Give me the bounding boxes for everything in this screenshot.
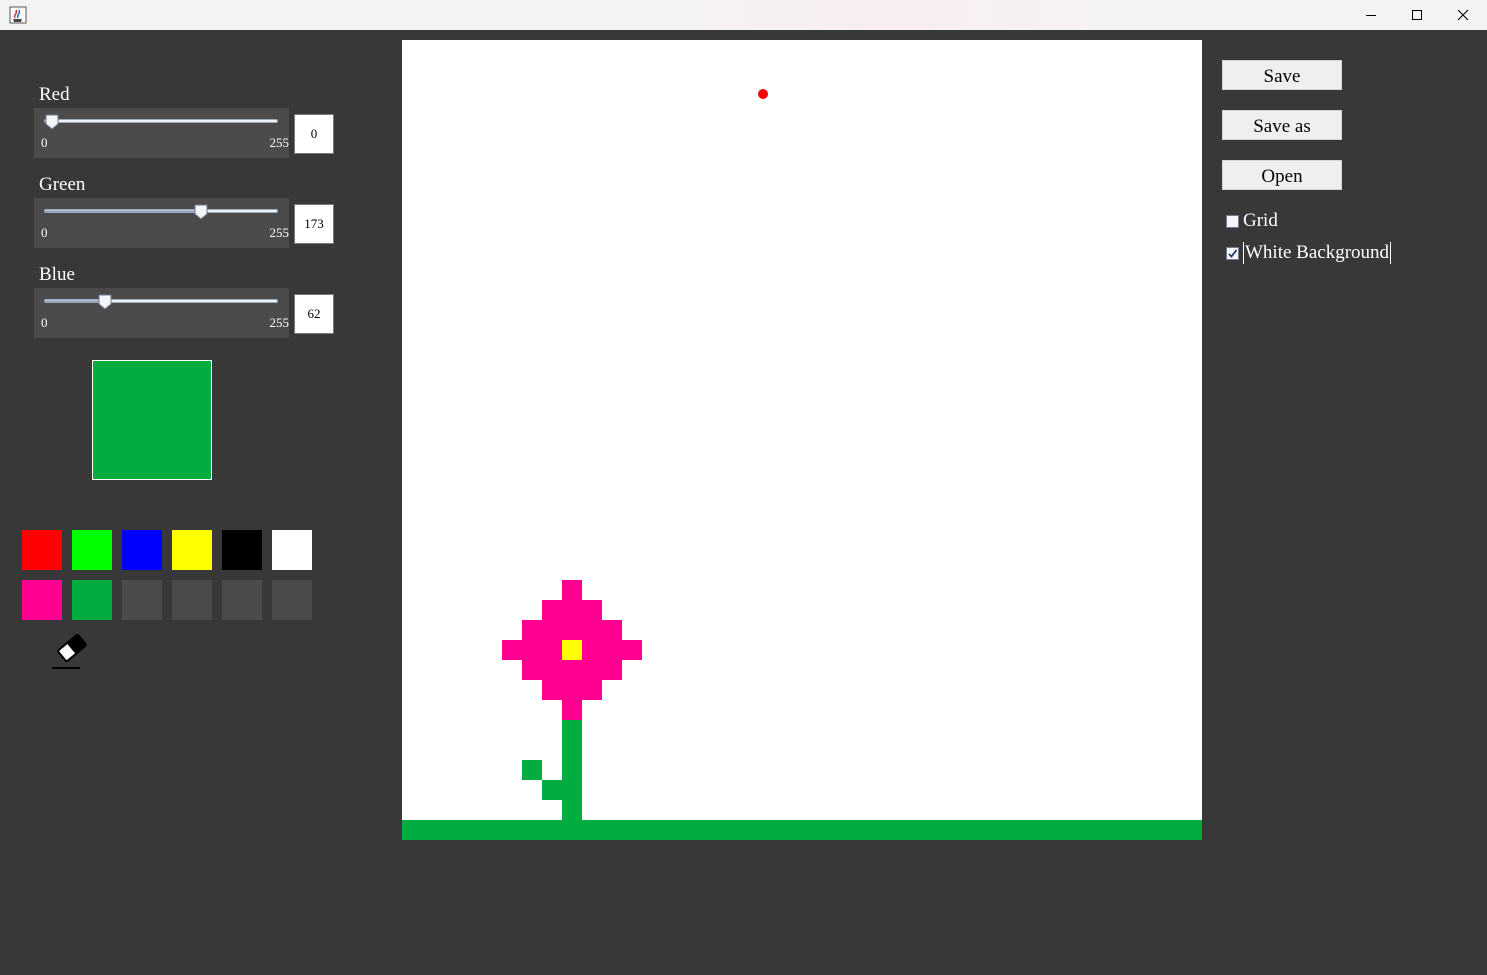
blue-slider-max: 255: [269, 315, 290, 330]
white-background-label: White Background: [1243, 242, 1392, 264]
minimize-button[interactable]: [1348, 0, 1394, 30]
blue-value-field[interactable]: 62: [294, 294, 334, 334]
red-label: Red: [39, 84, 70, 105]
swatch-green[interactable]: [72, 580, 112, 620]
green-slider-min: 0: [41, 225, 48, 240]
red-slider-thumb[interactable]: [45, 114, 59, 130]
red-slider-min: 0: [41, 135, 48, 150]
flower-petal: [522, 620, 622, 640]
blue-slider-track[interactable]: [44, 294, 278, 310]
swatch-blue[interactable]: [122, 530, 162, 570]
swatch-lime[interactable]: [72, 530, 112, 570]
blue-label: Blue: [39, 264, 75, 285]
maximize-icon: [1412, 10, 1422, 20]
green-value-field[interactable]: 173: [294, 204, 334, 244]
cursor-marker: [758, 89, 768, 99]
grid-checkbox[interactable]: [1226, 214, 1239, 228]
close-icon: [1457, 9, 1469, 21]
save-button[interactable]: Save: [1222, 60, 1342, 90]
flower-center: [562, 640, 582, 660]
swatch-black[interactable]: [222, 530, 262, 570]
title-bar: [0, 0, 1487, 30]
swatch-yellow[interactable]: [172, 530, 212, 570]
drawing-canvas[interactable]: [402, 40, 1202, 840]
green-slider-thumb[interactable]: [194, 204, 208, 220]
flower-petal: [542, 600, 602, 620]
blue-slider-fill: [45, 300, 106, 302]
eraser-icon: [52, 634, 87, 669]
swatch-empty-4[interactable]: [272, 580, 312, 620]
save-as-button[interactable]: Save as: [1222, 110, 1342, 140]
minimize-icon: [1366, 15, 1376, 16]
flower-petal: [542, 680, 602, 700]
flower-petal: [522, 660, 622, 680]
color-preview: [92, 360, 212, 480]
green-slider-fill: [45, 210, 202, 212]
java-cup-icon: [9, 6, 27, 24]
swatch-empty-3[interactable]: [222, 580, 262, 620]
red-slider-track[interactable]: [44, 114, 278, 130]
swatch-pink[interactable]: [22, 580, 62, 620]
red-slider[interactable]: 0 255: [34, 108, 289, 158]
ground-strip: [402, 820, 1202, 840]
white-background-checkbox[interactable]: [1226, 246, 1239, 260]
eraser-tool[interactable]: [50, 628, 94, 672]
blue-slider-thumb[interactable]: [98, 294, 112, 310]
close-button[interactable]: [1440, 0, 1486, 30]
swatch-red[interactable]: [22, 530, 62, 570]
grid-label: Grid: [1243, 210, 1278, 231]
swatch-white[interactable]: [272, 530, 312, 570]
open-button[interactable]: Open: [1222, 160, 1342, 190]
maximize-button[interactable]: [1394, 0, 1440, 30]
swatch-empty-1[interactable]: [122, 580, 162, 620]
white-background-option[interactable]: White Background: [1226, 241, 1392, 265]
grid-option[interactable]: Grid: [1226, 209, 1278, 233]
green-label: Green: [39, 174, 86, 195]
flower-petal: [562, 580, 582, 600]
flower-petal: [562, 700, 582, 720]
app-content: Red 0 255 0 Green 0 255 173 Blue 0 255 6…: [2, 30, 1487, 975]
blue-slider-min: 0: [41, 315, 48, 330]
green-slider-track[interactable]: [44, 204, 278, 220]
blue-slider[interactable]: 0 255: [34, 288, 289, 338]
red-value-field[interactable]: 0: [294, 114, 334, 154]
flower-stem: [562, 720, 582, 820]
swatch-empty-2[interactable]: [172, 580, 212, 620]
flower-leaf: [522, 760, 542, 780]
green-slider[interactable]: 0 255: [34, 198, 289, 248]
red-slider-max: 255: [269, 135, 290, 150]
green-slider-max: 255: [269, 225, 290, 240]
flower-leaf: [542, 780, 562, 800]
